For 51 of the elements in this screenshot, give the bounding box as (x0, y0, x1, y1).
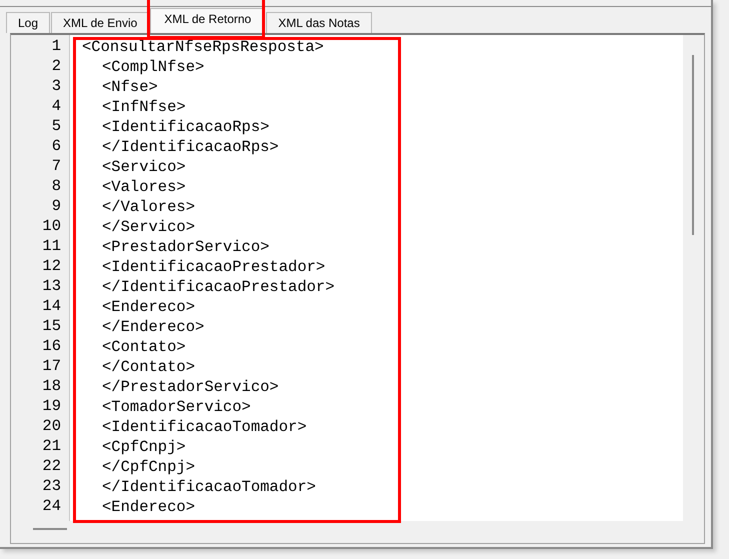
code-line: </Endereco> (102, 318, 204, 336)
code-line: <IdentificacaoTomador> (102, 418, 307, 436)
code-line: <InfNfse> (102, 98, 186, 116)
code-line: <Endereco> (102, 498, 196, 516)
line-number: 3 (52, 76, 61, 96)
code-line: </Contato> (102, 358, 196, 376)
code-line: </IdentificacaoPrestador> (102, 278, 335, 296)
code-line: <Nfse> (102, 78, 158, 96)
code-line: </IdentificacaoRps> (102, 138, 279, 156)
code-line: <Contato> (102, 338, 186, 356)
code-line: </Servico> (102, 218, 196, 236)
line-number: 6 (52, 136, 61, 156)
line-number: 23 (42, 476, 61, 496)
line-number: 21 (42, 436, 61, 456)
line-number: 1 (52, 36, 61, 56)
line-number: 19 (42, 396, 61, 416)
code-line: </Valores> (102, 198, 196, 216)
tab[interactable]: XML de Envio (51, 12, 150, 33)
code-line: <IdentificacaoRps> (102, 118, 270, 136)
line-number: 18 (42, 376, 61, 396)
code-line: </IdentificacaoTomador> (102, 478, 316, 496)
line-number: 9 (52, 196, 61, 216)
line-number: 12 (42, 256, 61, 276)
code-line: <IdentificacaoPrestador> (102, 258, 326, 276)
line-number: 2 (52, 56, 61, 76)
line-number: 24 (42, 496, 61, 516)
code-line: <TomadorServico> (102, 398, 251, 416)
line-number: 7 (52, 156, 61, 176)
code-line: </CpfCnpj> (102, 458, 196, 476)
code-line: <Servico> (102, 158, 186, 176)
line-number: 17 (42, 356, 61, 376)
line-number: 16 (42, 336, 61, 356)
code-line: <ComplNfse> (102, 58, 204, 76)
code-line: <ConsultarNfseRpsResposta> (82, 38, 324, 56)
code-line: <CpfCnpj> (102, 438, 186, 456)
line-number: 20 (42, 416, 61, 436)
line-number: 14 (42, 296, 61, 316)
line-number: 8 (52, 176, 61, 196)
code-line: <PrestadorServico> (102, 238, 270, 256)
line-number: 4 (52, 96, 61, 116)
line-number: 13 (42, 276, 61, 296)
tab[interactable]: XML das Notas (266, 12, 372, 33)
code-line: </PrestadorServico> (102, 378, 279, 396)
line-number: 15 (42, 316, 61, 336)
line-number: 22 (42, 456, 61, 476)
line-number: 5 (52, 116, 61, 136)
code-line: <Valores> (102, 178, 186, 196)
code-line: <Endereco> (102, 298, 196, 316)
line-number: 11 (42, 236, 61, 256)
tab[interactable]: Log (6, 12, 50, 33)
line-number: 10 (42, 216, 61, 236)
